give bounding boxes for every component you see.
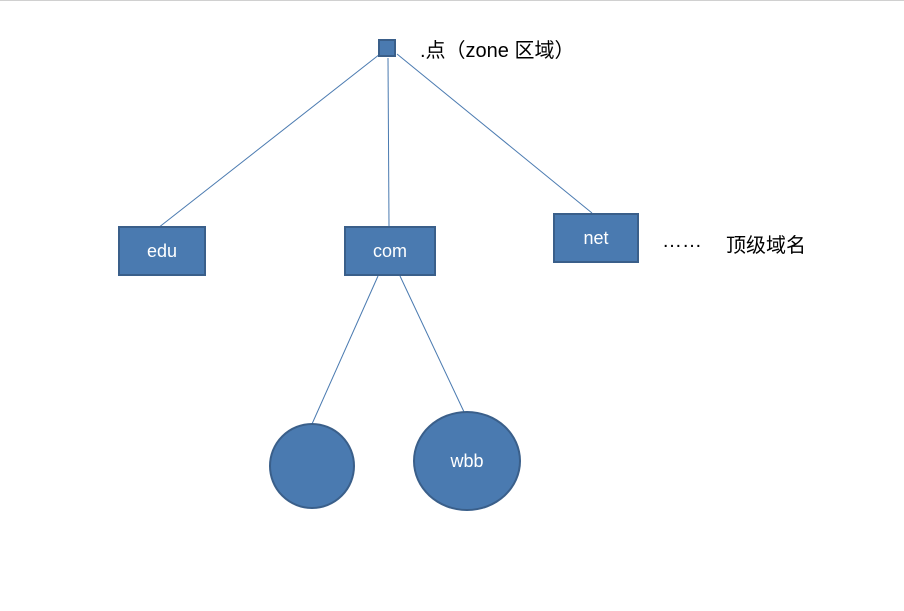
tld-level-label: 顶级域名 bbox=[726, 229, 806, 258]
tld-com-label: com bbox=[373, 241, 407, 262]
sub-circle1-node bbox=[269, 423, 355, 509]
line-com-circle2 bbox=[400, 276, 465, 414]
tld-edu-node: edu bbox=[118, 226, 206, 276]
line-root-com bbox=[388, 58, 389, 226]
tld-net-label: net bbox=[583, 228, 608, 249]
tld-ellipsis-label: …… bbox=[662, 230, 702, 253]
connector-lines bbox=[0, 1, 904, 611]
line-root-net bbox=[397, 54, 592, 213]
tld-net-node: net bbox=[553, 213, 639, 263]
root-node bbox=[378, 39, 396, 57]
tld-edu-label: edu bbox=[147, 241, 177, 262]
sub-circle2-label: wbb bbox=[450, 451, 483, 472]
sub-circle2-node: wbb bbox=[413, 411, 521, 511]
line-com-circle1 bbox=[312, 276, 378, 424]
tld-com-node: com bbox=[344, 226, 436, 276]
line-root-edu bbox=[158, 54, 380, 228]
root-label: .点（zone 区域） bbox=[420, 34, 574, 63]
